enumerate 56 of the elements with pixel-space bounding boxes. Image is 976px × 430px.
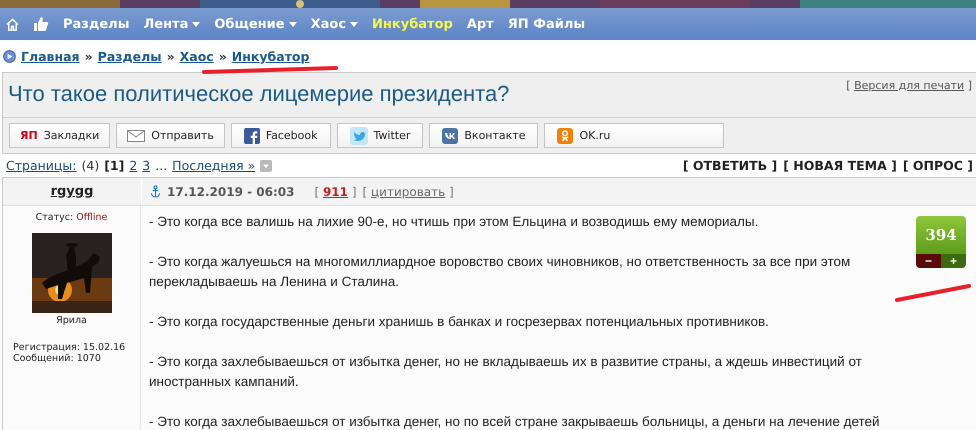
status-value: Offline	[76, 212, 108, 223]
pages-label: Страницы:	[6, 158, 76, 173]
post-paragraph: - Это когда государственные деньги хранишь в банках и госрезервах потенциальных противников.	[149, 313, 770, 331]
breadcrumb-separator: »	[166, 49, 175, 64]
action-link[interactable]: [ ОТВЕТИТЬ ]	[682, 158, 778, 173]
breadcrumb-separator: »	[218, 49, 227, 64]
share-button[interactable]: ЯП Закладки	[9, 123, 110, 148]
avatar-caption: Ярила	[56, 315, 87, 326]
share-button[interactable]: Twitter	[336, 123, 424, 148]
rating-score: 394	[916, 216, 966, 254]
breadcrumb-link[interactable]: Хаос	[180, 49, 214, 64]
vk-icon	[442, 128, 458, 144]
caret-icon[interactable]	[288, 22, 297, 26]
page-link[interactable]: [1]	[104, 158, 124, 173]
share-button[interactable]: Facebook	[230, 123, 330, 148]
post-paragraph: - Это когда захлебываешься от избытка денег, но не вкладываешь их в развитие страны, а ждешь инвестиций от иностранных кампаний.	[149, 353, 863, 391]
caret-icon[interactable]	[192, 22, 200, 26]
bird-icon	[350, 126, 368, 144]
last-page-link[interactable]: Последняя »	[172, 158, 256, 173]
thumbs-up-icon[interactable]	[33, 16, 49, 32]
home-icon[interactable]	[6, 18, 19, 30]
vote-down-button[interactable]: −	[916, 254, 941, 268]
envelope-icon	[127, 130, 146, 142]
action-link[interactable]: [ НОВАЯ ТЕМА ]	[783, 158, 897, 173]
page-count: (4)	[82, 158, 100, 173]
share-button[interactable]: OK.ru	[544, 123, 724, 148]
post-paragraph: - Это когда все валишь на лихие 90-е, но чтишь при этом Ельцина и возводишь ему мемориалы.	[149, 213, 760, 231]
breadcrumb-link[interactable]: Разделы	[98, 49, 162, 64]
breadcrumb-link[interactable]: Главная	[21, 49, 80, 64]
arrow-circle-icon	[3, 50, 16, 63]
dropdown-icon[interactable]	[260, 160, 272, 172]
post-paragraph: - Это когда жалуешься на многомиллиардное воровство своих чиновников, но ответственность за все при этом перекладываешь на Ленина и Сталина.	[149, 253, 852, 291]
topic-title: Что такое политическое лицемерие президента?	[8, 81, 510, 107]
page-link[interactable]: 3	[142, 158, 150, 173]
vote-up-button[interactable]: +	[941, 254, 966, 268]
share-button[interactable]: Отправить	[116, 123, 225, 148]
message-count: Сообщений: 1070	[13, 353, 101, 364]
anchor-icon[interactable]	[150, 185, 161, 198]
post-paragraph: - Это когда захлебываешься от избытка денег, но по всей стране закрываешь больницы, а деньги на лечение детей	[149, 413, 881, 430]
share-button[interactable]: Вконтакте	[429, 123, 538, 148]
quote-link[interactable]: [ цитировать ]	[362, 184, 454, 198]
registration-info: Регистрация: 15.02.16	[13, 342, 126, 353]
print-version-link[interactable]: [ Версия для печати ]	[846, 79, 972, 92]
status-label: Статус:	[36, 212, 74, 223]
author-link[interactable]: rgygg	[50, 184, 94, 199]
caret-icon[interactable]	[350, 22, 358, 26]
post-date: 17.12.2019 - 06:03	[167, 184, 294, 198]
odnoklassniki-icon	[557, 128, 574, 144]
facebook-icon	[244, 128, 260, 144]
breadcrumb-separator: »	[84, 49, 93, 64]
post-number-link[interactable]: [ 911 ]	[314, 184, 357, 198]
breadcrumb-link[interactable]: Инкубатор	[232, 49, 310, 64]
logo-icon: ЯП	[20, 129, 38, 142]
ellipsis: ...	[155, 158, 168, 173]
action-link[interactable]: [ ОПРОС ]	[902, 158, 973, 173]
page-link[interactable]: 2	[129, 158, 138, 173]
